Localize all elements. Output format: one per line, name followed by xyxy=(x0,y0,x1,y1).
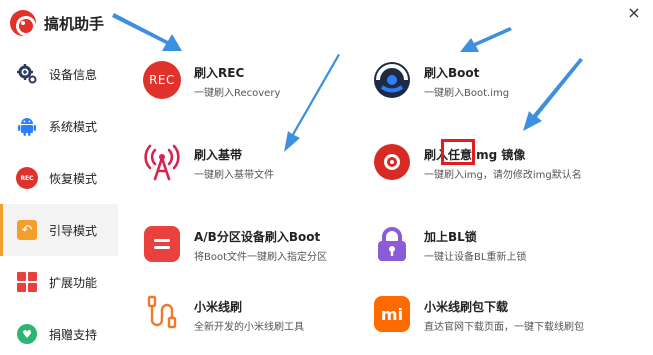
card-title: 小米线刷 xyxy=(194,300,243,314)
card-desc: 一键让设备BL重新上锁 xyxy=(424,252,527,263)
card-flash-baseband[interactable]: 刷入基带 一键刷入基带文件 xyxy=(142,142,377,194)
sidebar-item-extensions[interactable]: 扩展功能 xyxy=(0,256,118,308)
close-button[interactable]: × xyxy=(623,2,645,24)
card-flash-rec[interactable]: REC 刷入REC 一键刷入Recovery xyxy=(142,60,377,112)
arrow-annotation-2 xyxy=(460,27,512,52)
app-header: 搞机助手 xyxy=(10,8,104,38)
disc-icon xyxy=(372,142,412,182)
mi-logo-icon: mi xyxy=(372,294,412,334)
card-desc: 直达官网下载页面，一键下载线刷包 xyxy=(424,322,584,333)
card-mi-flash-download[interactable]: mi 小米线刷包下载 直达官网下载页面，一键下载线刷包 xyxy=(372,294,607,346)
card-desc: 全新开发的小米线刷工具 xyxy=(194,322,304,333)
rec-icon: REC xyxy=(16,167,38,189)
card-add-bl-lock[interactable]: 加上BL锁 一键让设备BL重新上锁 xyxy=(372,224,607,276)
arrow-annotation-1 xyxy=(112,13,182,51)
gear-icon xyxy=(16,63,38,85)
card-mi-flash[interactable]: 小米线刷 全新开发的小米线刷工具 xyxy=(142,294,377,346)
card-desc: 将Boot文件一键刷入指定分区 xyxy=(194,252,328,263)
card-title: 小米线刷包下载 xyxy=(424,300,509,314)
mi-logo-text: mi xyxy=(374,296,410,332)
sidebar-item-label: 捐赠支持 xyxy=(49,327,98,342)
rec-icon-text: REC xyxy=(143,61,181,99)
card-flash-boot[interactable]: 刷入Boot 一键刷入Boot.img xyxy=(372,60,607,112)
sidebar-item-donate[interactable]: ♥ 捐赠支持 xyxy=(0,308,118,355)
ab-partition-icon xyxy=(142,224,182,264)
highlight-box xyxy=(441,139,475,165)
sidebar-item-bootloader-mode[interactable]: ↶ 引导模式 xyxy=(0,204,118,256)
sidebar-item-label: 恢复模式 xyxy=(49,171,98,186)
card-title: 刷入REC xyxy=(194,66,245,80)
sidebar-item-label: 系统模式 xyxy=(49,119,98,134)
boot-icon xyxy=(372,60,412,100)
sidebar-item-recovery-mode[interactable]: REC 恢复模式 xyxy=(0,152,118,204)
sidebar-item-device-info[interactable]: 设备信息 xyxy=(0,48,118,100)
back-arrow-icon: ↶ xyxy=(16,219,38,241)
android-icon xyxy=(16,115,38,137)
card-desc: 一键刷入Recovery xyxy=(194,88,281,99)
sidebar-item-system-mode[interactable]: 系统模式 xyxy=(0,100,118,152)
card-ab-partition-boot[interactable]: A/B分区设备刷入Boot 将Boot文件一键刷入指定分区 xyxy=(142,224,377,276)
sidebar-item-label: 引导模式 xyxy=(49,223,98,238)
app-logo-icon xyxy=(10,10,36,36)
heart-icon: ♥ xyxy=(16,323,38,345)
card-desc: 一键刷入img，请勿修改img默认名 xyxy=(424,170,582,181)
sidebar-item-label: 扩展功能 xyxy=(49,275,98,290)
lock-icon xyxy=(372,224,412,264)
sidebar-item-label: 设备信息 xyxy=(49,67,98,82)
card-title: 刷入基带 xyxy=(194,148,243,162)
cable-icon xyxy=(142,294,182,334)
app-title: 搞机助手 xyxy=(44,14,105,33)
card-flash-any-img[interactable]: 刷入任意img 镜像 一键刷入img，请勿修改img默认名 xyxy=(372,142,607,194)
card-title: A/B分区设备刷入Boot xyxy=(194,230,321,244)
card-desc: 一键刷入Boot.img xyxy=(424,88,510,99)
antenna-icon xyxy=(142,142,182,182)
card-desc: 一键刷入基带文件 xyxy=(194,170,274,181)
rec-icon: REC xyxy=(142,60,182,100)
card-title: 加上BL锁 xyxy=(424,230,477,244)
grid-icon xyxy=(16,271,38,293)
rec-icon-text: REC xyxy=(16,167,38,189)
card-title: 刷入Boot xyxy=(424,66,480,80)
